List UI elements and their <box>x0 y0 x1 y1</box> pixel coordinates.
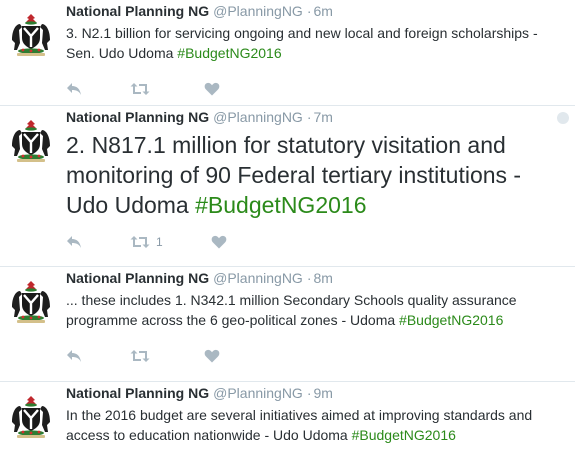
retweet-button[interactable] <box>130 82 156 96</box>
avatar[interactable] <box>8 392 54 438</box>
tweet-actions <box>66 346 565 366</box>
reply-button[interactable] <box>66 235 82 249</box>
timestamp[interactable]: 9m <box>314 385 333 401</box>
like-button[interactable] <box>204 82 220 96</box>
tweet-header: National Planning NG @PlanningNG · 6m <box>66 2 565 20</box>
tweet[interactable]: National Planning NG @PlanningNG · 9m In th… <box>0 382 575 461</box>
heart-icon <box>211 235 227 249</box>
timestamp[interactable]: 7m <box>314 109 333 125</box>
tweet-text: 2. N817.1 million for statutory visitati… <box>66 130 565 220</box>
hashtag-link[interactable]: #BudgetNG2016 <box>177 45 281 61</box>
separator: · <box>306 109 312 125</box>
hashtag-link[interactable]: #BudgetNG2016 <box>352 427 456 443</box>
tweet[interactable]: National Planning NG @PlanningNG · 6m 3. N2… <box>0 0 575 106</box>
separator: · <box>306 270 312 286</box>
avatar[interactable] <box>8 10 54 56</box>
tweet-header: National Planning NG @PlanningNG · 7m <box>66 108 565 126</box>
username[interactable]: @PlanningNG <box>213 3 303 19</box>
retweet-count: 1 <box>156 235 163 249</box>
heart-icon <box>204 349 220 363</box>
tweet-header: National Planning NG @PlanningNG · 8m <box>66 269 565 287</box>
retweet-button[interactable] <box>130 349 156 363</box>
avatar[interactable] <box>8 277 54 323</box>
timeline: National Planning NG @PlanningNG · 6m 3. N2… <box>0 0 575 461</box>
tweet[interactable]: National Planning NG @PlanningNG · 7m 2. N8… <box>0 106 575 267</box>
reply-icon <box>67 350 81 362</box>
reply-button[interactable] <box>66 82 82 96</box>
tweet[interactable]: National Planning NG @PlanningNG · 8m ... t… <box>0 267 575 382</box>
display-name[interactable]: National Planning NG <box>66 385 209 401</box>
like-button[interactable] <box>211 235 227 249</box>
tweet-body: In the 2016 budget are several initiativ… <box>66 407 533 443</box>
separator: · <box>306 385 312 401</box>
tweet-text: 3. N2.1 billion for servicing ongoing an… <box>66 23 565 63</box>
reply-icon <box>67 236 81 248</box>
tweet-header: National Planning NG @PlanningNG · 9m <box>66 384 565 402</box>
timestamp[interactable]: 8m <box>314 270 333 286</box>
display-name[interactable]: National Planning NG <box>66 3 209 19</box>
retweet-icon <box>130 350 150 362</box>
retweet-icon <box>130 236 150 248</box>
like-button[interactable] <box>204 349 220 363</box>
tweet-text: In the 2016 budget are several initiativ… <box>66 405 565 445</box>
reply-button[interactable] <box>66 349 82 363</box>
display-name[interactable]: National Planning NG <box>66 270 209 286</box>
hashtag-link[interactable]: #BudgetNG2016 <box>195 192 366 218</box>
heart-icon <box>204 82 220 96</box>
retweet-button[interactable]: 1 <box>130 235 163 249</box>
display-name[interactable]: National Planning NG <box>66 109 209 125</box>
tweet-text: ... these includes 1. N342.1 million Sec… <box>66 290 565 330</box>
username[interactable]: @PlanningNG <box>213 270 303 286</box>
username[interactable]: @PlanningNG <box>213 385 303 401</box>
separator: · <box>306 3 312 19</box>
tweet-actions: 1 <box>66 232 565 252</box>
timestamp[interactable]: 6m <box>314 3 333 19</box>
reply-icon <box>67 83 81 95</box>
hashtag-link[interactable]: #BudgetNG2016 <box>399 312 503 328</box>
more-options-caret-icon[interactable] <box>557 112 569 124</box>
tweet-body: 3. N2.1 billion for servicing ongoing an… <box>66 25 538 61</box>
username[interactable]: @PlanningNG <box>213 109 303 125</box>
tweet-actions <box>66 79 565 99</box>
retweet-icon <box>130 83 150 95</box>
avatar[interactable] <box>8 116 54 162</box>
